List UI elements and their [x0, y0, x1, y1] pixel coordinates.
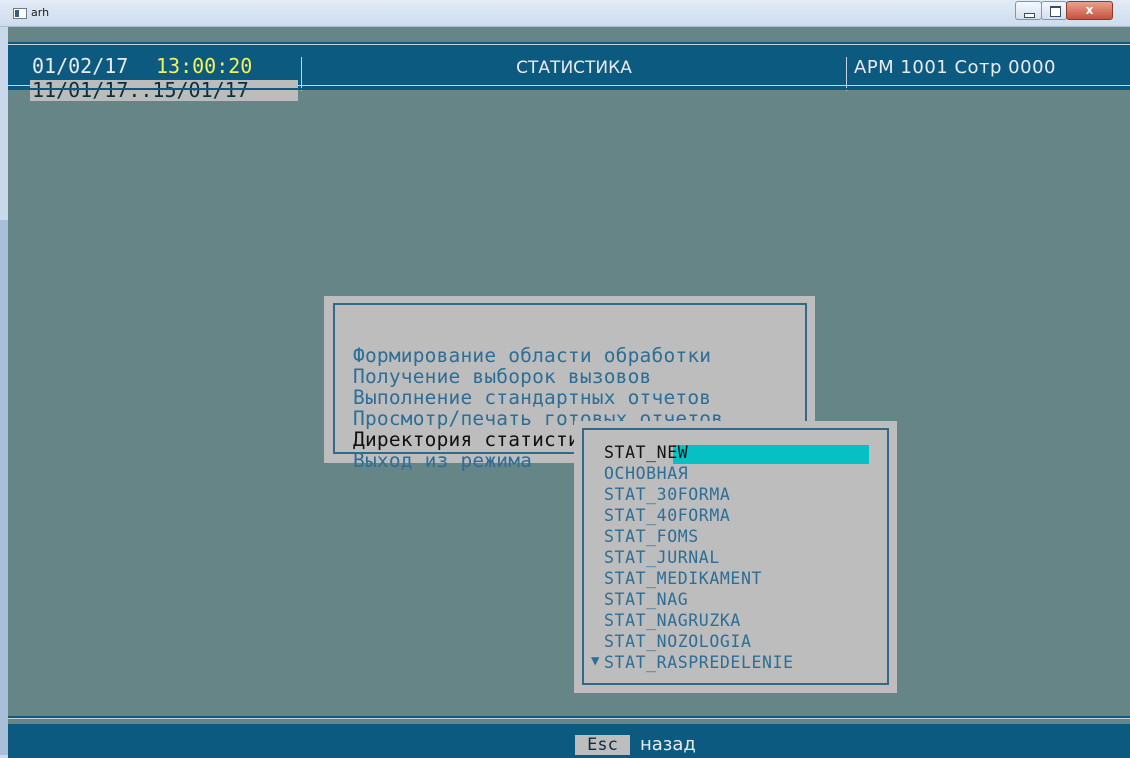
app-icon: [13, 8, 27, 19]
footer-rule: [8, 718, 1130, 719]
console-area: 01/02/17 13:00:20 СТАТИСТИКА АРМ 1001 Со…: [8, 27, 1130, 758]
menu-item-call-samples[interactable]: Получение выборок вызовов: [353, 366, 652, 387]
list-item[interactable]: STAT_NEW: [604, 443, 688, 463]
directory-list: STAT_NEW ОСНОВНАЯ STAT_30FORMA STAT_40FO…: [574, 421, 897, 693]
list-item[interactable]: STAT_NOZOLOGIA: [604, 632, 751, 652]
date-range: 11/01/17..15/01/17: [30, 80, 298, 101]
page-title: СТАТИСТИКА: [516, 58, 632, 78]
header-bar: 01/02/17 13:00:20 СТАТИСТИКА АРМ 1001 Со…: [8, 42, 1130, 101]
current-time: 13:00:20: [156, 54, 253, 78]
list-item[interactable]: STAT_JURNAL: [604, 548, 720, 568]
menu-item-standard-reports[interactable]: Выполнение стандартных отчетов: [353, 387, 711, 408]
window-titlebar: arh x: [0, 0, 1130, 27]
back-label: назад: [640, 734, 696, 755]
esc-key[interactable]: Esc: [575, 735, 630, 755]
workstation-info: АРМ 1001 Сотр 0000: [854, 57, 1056, 78]
window-left-border: [0, 27, 8, 758]
selection-highlight: [673, 445, 869, 464]
list-item[interactable]: STAT_30FORMA: [604, 485, 730, 505]
header-band: [8, 88, 1130, 90]
scroll-down-icon[interactable]: ▼: [591, 651, 599, 671]
list-item[interactable]: ОСНОВНАЯ: [604, 464, 688, 484]
footer-bar: Esc назад: [8, 724, 1130, 758]
header-top-rule: [8, 44, 1130, 45]
list-item[interactable]: STAT_NAG: [604, 590, 688, 610]
list-item[interactable]: STAT_MEDIKAMENT: [604, 569, 762, 589]
menu-item-processing-area[interactable]: Формирование области обработки: [353, 345, 711, 366]
close-button[interactable]: x: [1066, 1, 1113, 20]
header-bottom-rule: [298, 85, 1130, 86]
list-item[interactable]: STAT_NAGRUZKA: [604, 611, 741, 631]
maximize-button[interactable]: [1041, 1, 1067, 20]
window-title: arh: [31, 6, 50, 19]
list-item[interactable]: STAT_40FORMA: [604, 506, 730, 526]
minimize-button[interactable]: [1015, 1, 1042, 20]
list-item[interactable]: STAT_FOMS: [604, 527, 699, 547]
current-date: 01/02/17: [32, 54, 129, 78]
menu-item-statistics-directory[interactable]: Директория статистики: [353, 429, 604, 450]
header-bottom-rule: [8, 85, 30, 86]
menu-item-exit-mode[interactable]: Выход из режима: [353, 450, 532, 471]
close-icon: x: [1085, 3, 1094, 17]
list-item[interactable]: STAT_RASPREDELENIE: [604, 653, 794, 673]
